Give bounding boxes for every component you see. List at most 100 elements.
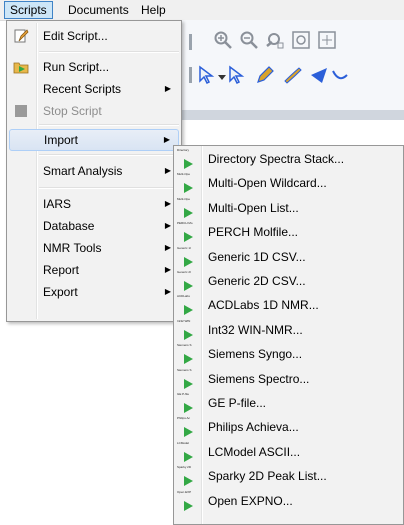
run-script-play-icon	[184, 329, 193, 340]
toolbar-separator-icon	[189, 34, 192, 50]
submenu-item-label: Directory Spectra Stack...	[208, 152, 345, 166]
submenu-arrow-icon: ▶	[163, 135, 170, 144]
run-script-play-icon	[184, 451, 193, 462]
script-icon-caption: GE P-file	[177, 392, 190, 396]
run-script-play-icon	[184, 427, 193, 438]
submenu-item-philips-achieva[interactable]: Philips Ac Philips Achieva...	[174, 415, 404, 439]
script-icon-caption: Sparky 2D	[177, 465, 192, 470]
submenu-item-generic-1d-csv[interactable]: Generic 1I Generic 1D CSV...	[174, 245, 404, 269]
submenu-item-int32-win-nmr[interactable]: Int32 WIN Int32 WIN-NMR...	[174, 318, 404, 342]
submenu-arrow-icon: ▶	[164, 265, 171, 274]
run-script-play-icon	[184, 281, 193, 291]
menu-help[interactable]: Help	[136, 1, 171, 19]
script-icon-caption: ACDLabs	[177, 294, 190, 299]
menu-item-label: Database	[43, 219, 95, 233]
pencil-tool-icon[interactable]	[255, 65, 275, 85]
run-script-play-icon	[184, 256, 193, 267]
menu-item-label: Edit Script...	[43, 29, 108, 43]
menu-documents[interactable]: Documents	[63, 1, 134, 19]
toolbar-divider	[175, 110, 404, 120]
select-cursor-alt-icon[interactable]	[227, 65, 247, 85]
menu-item-smart-analysis[interactable]: Smart Analysis ▶	[9, 160, 179, 182]
submenu-arrow-icon: ▶	[164, 166, 171, 175]
menu-scripts[interactable]: Scripts	[4, 1, 53, 19]
submenu-arrow-icon: ▶	[164, 221, 171, 230]
menu-item-label: Run Script...	[43, 60, 110, 74]
script-icon-caption: Philips Ac	[177, 416, 191, 421]
submenu-item-lcmodel-ascii[interactable]: LCModel LCModel ASCII...	[174, 440, 404, 464]
submenu-item-siemens-syngo[interactable]: Siemens S Siemens Syngo...	[174, 342, 404, 366]
zoom-out-icon[interactable]	[239, 30, 259, 50]
submenu-item-label: Multi-Open Wildcard...	[208, 176, 327, 191]
run-script-play-icon	[184, 354, 193, 365]
script-icon-caption: Generic 1I	[177, 245, 191, 250]
edit-script-icon	[14, 29, 29, 43]
script-icon-caption: Open EXP	[177, 489, 192, 494]
submenu-item-multi-open-list[interactable]: Multi-Ope Multi-Open List...	[174, 196, 404, 220]
submenu-item-label: Siemens Syngo...	[208, 347, 303, 362]
menu-item-export[interactable]: Export ▶	[9, 281, 179, 303]
menu-item-label: NMR Tools	[43, 241, 102, 255]
run-script-play-icon	[184, 159, 193, 169]
zoom-region-icon[interactable]	[265, 30, 285, 50]
import-submenu: Directory Directory Spectra Stack... Multi…	[173, 145, 404, 525]
menu-item-database[interactable]: Database ▶	[9, 215, 179, 237]
submenu-arrow-icon: ▶	[164, 243, 171, 252]
select-cursor-icon[interactable]	[197, 65, 217, 85]
submenu-item-label: Generic 1D CSV...	[208, 249, 306, 264]
scripts-dropdown-menu: Edit Script... Run Script... Recent Scri…	[6, 20, 182, 322]
script-icon-caption: Generic 2I	[177, 270, 191, 274]
menu-item-recent-scripts[interactable]: Recent Scripts ▶	[9, 78, 179, 100]
triangle-tool-icon[interactable]	[309, 65, 329, 85]
menu-item-report[interactable]: Report ▶	[9, 259, 179, 281]
menu-item-label: Export	[43, 285, 78, 299]
menu-item-label: IARS	[43, 197, 72, 211]
submenu-item-label: Generic 2D CSV...	[208, 274, 306, 288]
run-script-play-icon	[184, 378, 193, 389]
submenu-item-label: Int32 WIN-NMR...	[208, 322, 303, 337]
run-script-play-icon	[184, 207, 193, 218]
submenu-item-siemens-spectro[interactable]: Siemens S Siemens Spectro...	[174, 367, 404, 391]
menu-item-stop-script[interactable]: Stop Script	[9, 100, 179, 122]
menu-item-edit-script[interactable]: Edit Script...	[9, 25, 179, 47]
script-icon-caption: Siemens S	[177, 367, 192, 372]
script-icon-caption: Multi-Ope	[177, 196, 191, 201]
submenu-arrow-icon: ▶	[164, 287, 171, 296]
submenu-item-open-expno[interactable]: Open EXP Open EXPNO...	[174, 489, 404, 513]
run-script-play-icon	[184, 232, 193, 243]
submenu-item-label: GE P-file...	[208, 396, 267, 410]
submenu-item-perch-molfile[interactable]: PERCH Mo PERCH Molfile...	[174, 220, 404, 244]
menu-separator	[39, 187, 179, 189]
submenu-item-label: Philips Achieva...	[208, 420, 299, 435]
brush-tool-icon[interactable]	[283, 65, 303, 85]
menubar: Scripts Documents Help	[0, 0, 404, 21]
menu-item-run-script[interactable]: Run Script...	[9, 56, 179, 78]
submenu-item-directory-spectra-stack[interactable]: Directory Directory Spectra Stack...	[174, 147, 404, 171]
run-script-play-icon	[184, 500, 193, 511]
run-script-play-icon	[184, 183, 193, 194]
run-script-play-icon	[184, 403, 193, 413]
curve-tool-icon[interactable]	[331, 65, 351, 85]
submenu-item-label: LCModel ASCII...	[208, 444, 301, 459]
menu-item-iars[interactable]: IARS ▶	[9, 193, 179, 215]
script-icon-caption: PERCH Mo	[177, 221, 193, 226]
dropdown-arrow-icon[interactable]	[217, 67, 227, 87]
menu-separator	[39, 154, 179, 156]
zoom-fit-icon[interactable]	[291, 30, 311, 50]
submenu-item-acdlabs-1d-nmr[interactable]: ACDLabs ACDLabs 1D NMR...	[174, 293, 404, 317]
submenu-item-multi-open-wildcard[interactable]: Multi-Ope Multi-Open Wildcard...	[174, 171, 404, 195]
menu-separator	[39, 51, 179, 53]
submenu-item-label: PERCH Molfile...	[208, 225, 299, 240]
menu-item-import[interactable]: Import ▶	[9, 129, 179, 151]
submenu-item-sparky-2d-peak-list[interactable]: Sparky 2D Sparky 2D Peak List...	[174, 464, 404, 488]
script-icon-caption: Directory	[177, 148, 190, 152]
submenu-item-ge-p-file[interactable]: GE P-file GE P-file...	[174, 391, 404, 415]
zoom-in-icon[interactable]	[213, 30, 233, 50]
menu-item-label: Import	[44, 133, 79, 147]
zoom-box-icon[interactable]	[317, 30, 337, 50]
menu-item-nmr-tools[interactable]: NMR Tools ▶	[9, 237, 179, 259]
submenu-item-generic-2d-csv[interactable]: Generic 2I Generic 2D CSV...	[174, 269, 404, 293]
submenu-item-label: ACDLabs 1D NMR...	[208, 298, 319, 313]
submenu-item-label: Sparky 2D Peak List...	[208, 469, 327, 484]
menu-item-label: Smart Analysis	[43, 164, 123, 178]
